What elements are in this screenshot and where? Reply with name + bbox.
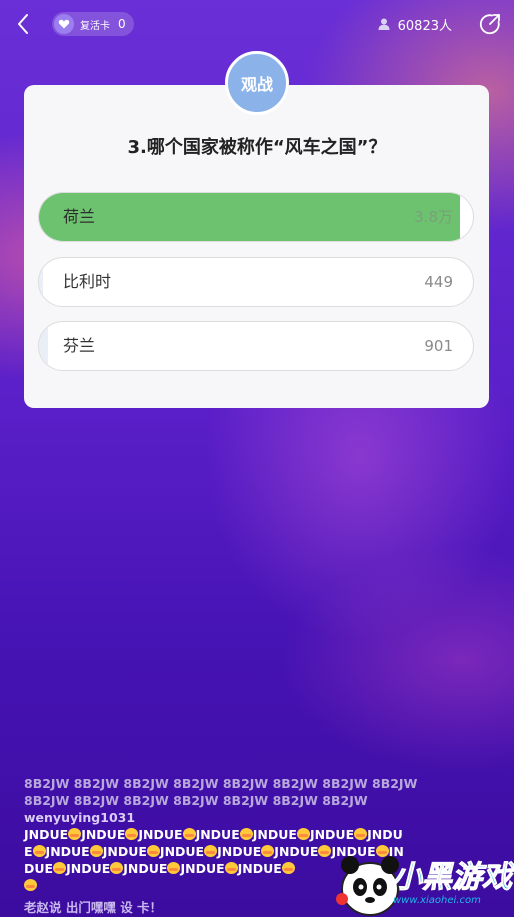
heart-icon — [54, 14, 74, 34]
spectator-badge: 观战 — [225, 51, 289, 115]
viewer-count: 60823人 — [378, 14, 452, 34]
emoji-icon — [125, 828, 139, 840]
answer-option-1-fill — [39, 193, 460, 241]
emoji-icon — [354, 828, 368, 840]
emoji-icon — [89, 845, 103, 857]
emoji-icon — [32, 845, 46, 857]
emoji-icon — [281, 862, 295, 874]
emoji-icon — [68, 828, 82, 840]
back-button[interactable] — [10, 10, 38, 38]
revive-card-pill[interactable]: 复活卡 0 — [52, 12, 134, 36]
watermark-logo-text: 小黑游戏 — [392, 860, 513, 896]
answer-option-3-label: 芬兰 — [63, 336, 96, 355]
answer-option-3-fill — [39, 322, 48, 370]
comment-username: wenyuying1031 — [24, 810, 136, 825]
answer-option-2[interactable]: 比利时 449 — [38, 257, 474, 307]
answer-option-1-count: 3.8万 — [414, 208, 453, 226]
emoji-icon — [182, 828, 196, 840]
emoji-icon — [204, 845, 218, 857]
back-icon — [18, 14, 28, 34]
answer-option-2-count: 449 — [424, 273, 453, 291]
share-button[interactable] — [478, 12, 502, 36]
emoji-icon — [296, 828, 310, 840]
share-icon — [479, 14, 500, 35]
emoji-icon — [110, 862, 124, 874]
answer-option-3-count: 901 — [424, 337, 453, 355]
comment-line: 8B2JW 8B2JW 8B2JW 8B2JW 8B2JW 8B2JW 8B2J… — [24, 793, 368, 808]
revive-card-label: 复活卡 — [80, 20, 110, 32]
comment-line-partial: 老赵说 出门嘿嘿 设 卡！ — [24, 900, 163, 915]
answer-option-2-label: 比利时 — [63, 272, 112, 291]
answer-option-1-label: 荷兰 — [63, 207, 96, 226]
emoji-icon — [53, 862, 67, 874]
answer-option-3[interactable]: 芬兰 901 — [38, 321, 474, 371]
emoji-icon — [224, 862, 238, 874]
revive-card-count: 0 — [118, 17, 126, 31]
viewer-count-text: 60823人 — [397, 18, 452, 34]
top-bar: 复活卡 0 60823人 — [0, 0, 514, 50]
comment-line: 8B2JW 8B2JW 8B2JW 8B2JW 8B2JW 8B2JW 8B2J… — [24, 776, 418, 791]
answer-option-2-fill — [39, 258, 44, 306]
emoji-icon — [239, 828, 253, 840]
question-text: 3.哪个国家被称作“风车之国”？ — [127, 137, 387, 158]
emoji-icon — [24, 879, 37, 891]
person-icon — [378, 18, 390, 30]
emoji-icon — [167, 862, 181, 874]
emoji-icon — [146, 845, 160, 857]
watermark-url: www.xiaohei.com — [393, 895, 481, 906]
answer-option-1[interactable]: 荷兰 3.8万 — [38, 192, 474, 242]
emoji-icon — [261, 845, 275, 857]
